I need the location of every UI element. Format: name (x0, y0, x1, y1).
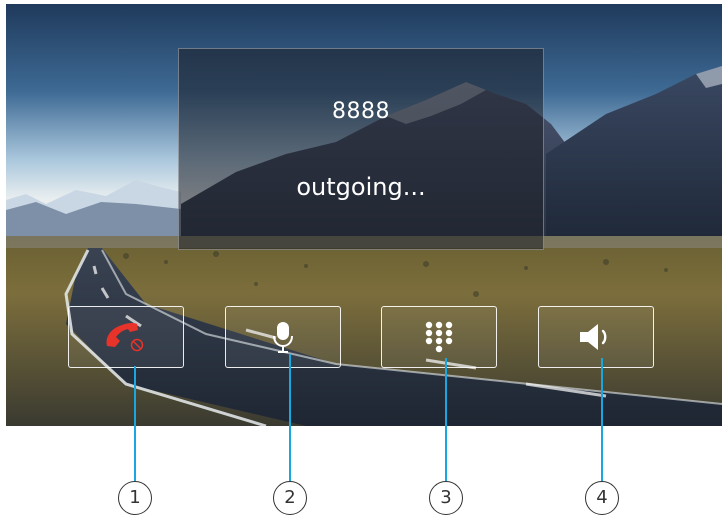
hang-up-phone-icon (106, 323, 144, 352)
microphone-button[interactable] (225, 306, 341, 368)
keypad-grid-icon (425, 321, 453, 353)
call-status-text: outgoing... (296, 173, 426, 201)
speaker-button[interactable] (538, 306, 654, 368)
speaker-volume-icon (580, 324, 607, 350)
callout-leader-4 (601, 358, 603, 482)
callout-leader-1 (134, 366, 136, 482)
callout-number-2: 2 (273, 481, 307, 515)
intercom-call-screen-figure: 8888 outgoing... 1 2 3 4 (0, 0, 722, 520)
callout-number-4: 4 (585, 481, 619, 515)
call-info-panel: 8888 outgoing... (178, 48, 544, 250)
dialed-number: 8888 (332, 99, 390, 124)
microphone-icon (273, 322, 293, 353)
hang-up-button[interactable] (68, 306, 184, 368)
callout-number-3: 3 (429, 481, 463, 515)
callout-leader-3 (445, 358, 447, 482)
callout-number-1: 1 (118, 481, 152, 515)
keypad-button[interactable] (381, 306, 497, 368)
callout-leader-2 (289, 354, 291, 482)
